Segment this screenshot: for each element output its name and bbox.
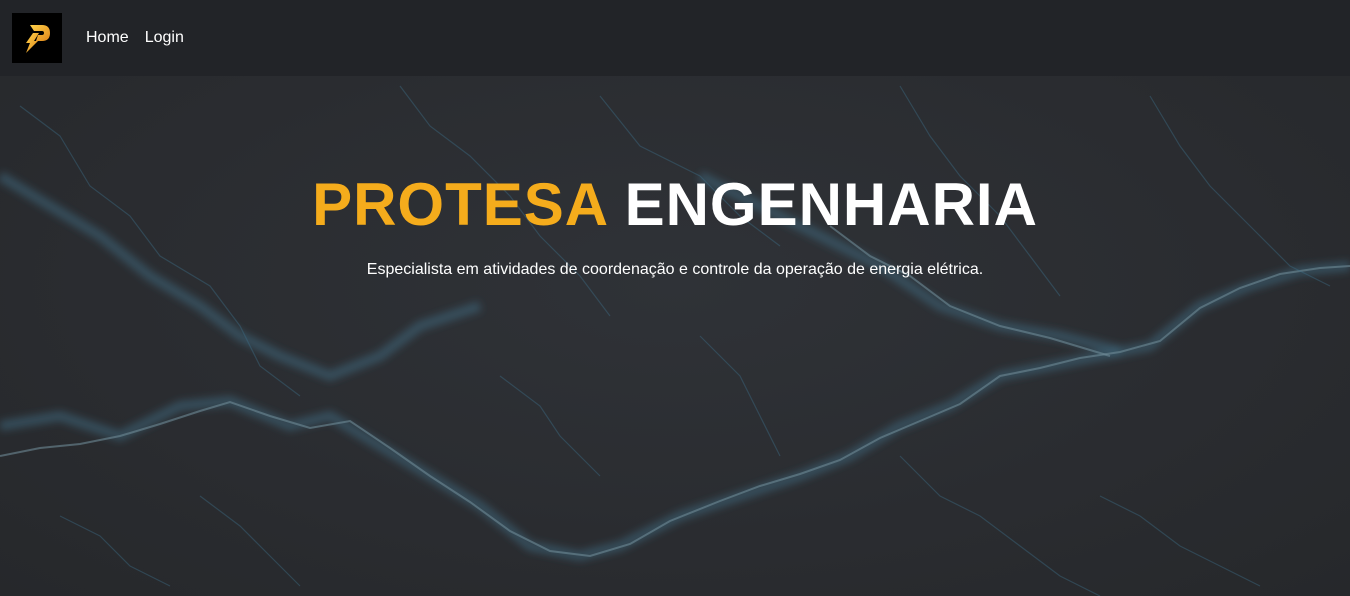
lightning-background	[0, 85, 1350, 596]
nav-link-login[interactable]: Login	[145, 29, 184, 47]
protesa-logo-icon[interactable]	[12, 13, 62, 63]
hero-title-accent: PROTESA	[312, 171, 607, 238]
hero-title-main: ENGENHARIA	[624, 171, 1038, 238]
hero-subtitle: Especialista em atividades de coordenaçã…	[366, 261, 984, 278]
hero-section: PROTESA ENGENHARIA Especialista em ativi…	[0, 76, 1350, 596]
nav-links: Home Login	[86, 29, 200, 47]
nav-link-home[interactable]: Home	[86, 29, 129, 47]
hero-title: PROTESA ENGENHARIA	[0, 170, 1350, 240]
navbar: Home Login	[0, 0, 1350, 76]
